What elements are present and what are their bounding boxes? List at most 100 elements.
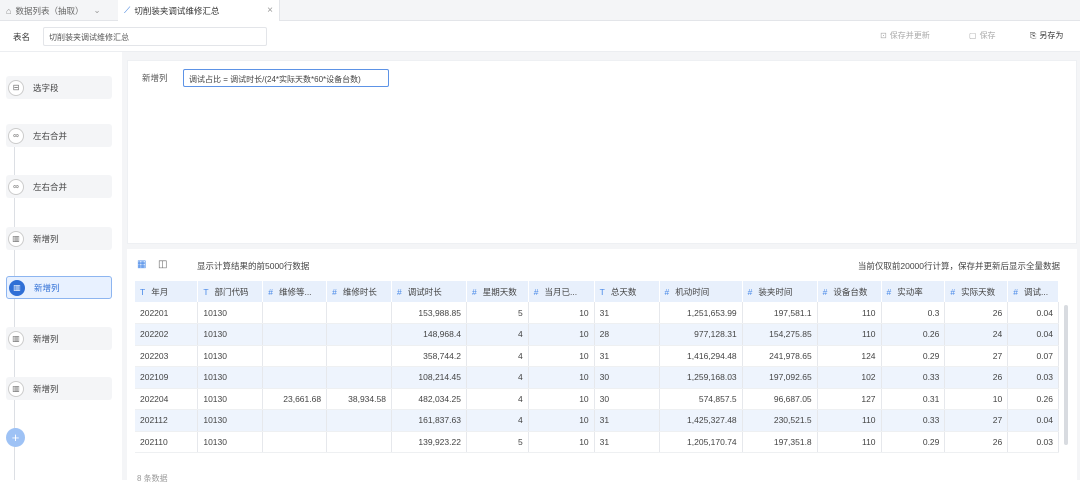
save-update-button[interactable]: ⊡ 保存并更新 bbox=[880, 30, 930, 41]
table-cell: 0.03 bbox=[1007, 431, 1059, 453]
column-name: 部门代码 bbox=[214, 286, 249, 297]
table-row[interactable]: 202109 10130 108,214.45 4 10 30 1,259,168.03 19… bbox=[135, 366, 1059, 389]
table-row[interactable]: 202204 10130 23,661.68 38,934.58 482,034.25 4… bbox=[135, 388, 1059, 410]
step-label: 新增列 bbox=[34, 282, 60, 293]
number-type-icon: # bbox=[1013, 286, 1018, 297]
column-header[interactable]: T 总天数 bbox=[594, 281, 660, 302]
plus-icon: + bbox=[11, 430, 20, 445]
number-type-icon: # bbox=[471, 286, 477, 297]
table-cell: 4 bbox=[466, 323, 529, 346]
tab-data-list[interactable]: ⌂ 数据列表（抽取） ⌄ bbox=[0, 0, 118, 21]
table-cell bbox=[326, 366, 392, 389]
vertical-scrollbar[interactable] bbox=[1064, 305, 1068, 445]
step-select-field[interactable]: ⊟ 选字段 bbox=[6, 76, 112, 99]
table-cell: 0.29 bbox=[881, 345, 946, 367]
number-type-icon: # bbox=[747, 286, 753, 297]
table-cell: 202204 bbox=[135, 388, 199, 410]
merge-icon: ∞ bbox=[8, 178, 24, 195]
table-cell: 5 bbox=[466, 431, 529, 453]
table-cell: 241,978.65 bbox=[742, 345, 818, 367]
column-header[interactable]: # 机动时间 bbox=[659, 281, 743, 302]
column-header[interactable]: # 星期天数 bbox=[466, 281, 529, 302]
table-cell bbox=[326, 431, 392, 453]
column-header[interactable]: # 调试... bbox=[1007, 281, 1059, 302]
table-cell: 10130 bbox=[197, 409, 264, 432]
table-cell: 27 bbox=[944, 345, 1009, 367]
table-row[interactable]: 202202 10130 148,968.4 4 10 28 977,128.31 154,2… bbox=[135, 323, 1059, 346]
step-merge-1[interactable]: ∞ 左右合并 bbox=[6, 124, 112, 147]
table-row[interactable]: 202110 10130 139,923.22 5 10 31 1,205,170.74 19… bbox=[135, 431, 1059, 453]
save-button[interactable]: ▢ 保存 bbox=[969, 30, 996, 41]
tab-current-dataset[interactable]: ⟋ 切削装夹调试维修汇总 × bbox=[118, 0, 280, 21]
table-cell: 4 bbox=[466, 345, 529, 367]
table-cell: 202109 bbox=[135, 366, 199, 389]
column-header[interactable]: # 调试时长 bbox=[391, 281, 467, 302]
step-add-column-3[interactable]: ▥ 新增列 bbox=[6, 327, 112, 350]
column-header[interactable]: # 维修时长 bbox=[326, 281, 392, 302]
table-cell: 230,521.5 bbox=[742, 409, 818, 432]
step-add-column-4[interactable]: ▥ 新增列 bbox=[6, 377, 112, 400]
save-update-icon: ⊡ bbox=[880, 31, 887, 40]
table-cell: 30 bbox=[594, 366, 660, 389]
column-header[interactable]: # 设备台数 bbox=[817, 281, 882, 302]
table-cell: 10 bbox=[528, 431, 595, 453]
chevron-down-icon[interactable]: ⌄ bbox=[93, 5, 100, 16]
column-header[interactable]: # 装夹时间 bbox=[742, 281, 818, 302]
table-name-bar: 表名 切削装夹调试维修汇总 ⊡ 保存并更新 ▢ 保存 ⎘ 另存为 bbox=[0, 21, 1080, 52]
table-cell bbox=[262, 302, 328, 324]
text-type-icon: T bbox=[599, 286, 605, 297]
column-name: 实际天数 bbox=[961, 286, 996, 297]
column-name: 实动率 bbox=[897, 286, 923, 297]
table-cell: 202203 bbox=[135, 345, 199, 367]
table-cell: 358,744.2 bbox=[391, 345, 467, 367]
step-label: 左右合并 bbox=[33, 130, 68, 141]
result-header: ▦ ◫ 显示计算结果的前5000行数据 当前仅取前20000行计算，保存并更新后… bbox=[127, 249, 1077, 279]
table-cell: 24 bbox=[944, 323, 1009, 346]
save-icon: ▢ bbox=[969, 31, 977, 40]
table-cell: 26 bbox=[944, 366, 1009, 389]
table-cell bbox=[262, 345, 328, 367]
result-panel: ▦ ◫ 显示计算结果的前5000行数据 当前仅取前20000行计算，保存并更新后… bbox=[127, 249, 1077, 480]
table-row[interactable]: 202201 10130 153,988.85 5 10 31 1,251,653.99 19… bbox=[135, 302, 1059, 324]
close-icon[interactable]: × bbox=[267, 5, 273, 16]
column-header[interactable]: # 维修等... bbox=[262, 281, 328, 302]
number-type-icon: # bbox=[886, 286, 892, 297]
number-type-icon: # bbox=[950, 286, 956, 297]
column-header[interactable]: # 实动率 bbox=[881, 281, 946, 302]
table-cell: 0.33 bbox=[881, 409, 946, 432]
table-cell: 0.04 bbox=[1007, 409, 1059, 432]
table-row[interactable]: 202203 10130 358,744.2 4 10 31 1,416,294.48 241… bbox=[135, 345, 1059, 367]
add-step-button[interactable]: + bbox=[6, 428, 25, 447]
column-header[interactable]: T 年月 bbox=[135, 281, 199, 302]
table-cell: 124 bbox=[817, 345, 882, 367]
step-panel: ⊟ 选字段 ∞ 左右合并 ∞ 左右合并 ▥ 新增列 ▥ 新增列 ▥ 新增列 ▥ … bbox=[0, 52, 122, 480]
step-merge-2[interactable]: ∞ 左右合并 bbox=[6, 175, 112, 198]
save-as-button[interactable]: ⎘ 另存为 bbox=[1030, 30, 1063, 41]
step-add-column-1[interactable]: ▥ 新增列 bbox=[6, 227, 112, 250]
column-name: 调试... bbox=[1023, 286, 1049, 297]
table-cell: 202110 bbox=[135, 431, 199, 453]
table-cell: 0.07 bbox=[1007, 345, 1059, 367]
formula-editor-panel: 新增列 调试占比 = 调试时长/(24*实际天数*60*设备台数) bbox=[127, 60, 1077, 244]
table-cell: 96,687.05 bbox=[742, 388, 818, 410]
tab-label: 数据列表（抽取） bbox=[15, 5, 84, 16]
table-name-input[interactable]: 切削装夹调试维修汇总 bbox=[43, 27, 267, 46]
home-icon: ⌂ bbox=[6, 5, 12, 16]
formula-input[interactable]: 调试占比 = 调试时长/(24*实际天数*60*设备台数) bbox=[183, 69, 389, 87]
table-cell: 110 bbox=[817, 302, 882, 324]
table-cell: 1,416,294.48 bbox=[659, 345, 743, 367]
column-header[interactable]: # 当月已... bbox=[528, 281, 595, 302]
table-cell: 108,214.45 bbox=[391, 366, 467, 389]
table-cell: 0.26 bbox=[881, 323, 946, 346]
column-name: 总天数 bbox=[610, 286, 637, 297]
column-header[interactable]: # 实际天数 bbox=[944, 281, 1009, 302]
table-row[interactable]: 202112 10130 161,837.63 4 10 31 1,425,327.48 23… bbox=[135, 409, 1059, 432]
column-header[interactable]: T 部门代码 bbox=[197, 281, 264, 302]
table-cell bbox=[262, 323, 328, 346]
table-cell: 26 bbox=[944, 302, 1009, 324]
text-type-icon: T bbox=[203, 286, 209, 297]
table-cell: 110 bbox=[817, 431, 882, 453]
step-add-column-2[interactable]: ▥ 新增列 bbox=[6, 276, 112, 299]
grid-view-icon[interactable]: ▦ bbox=[137, 259, 146, 270]
detail-view-icon[interactable]: ◫ bbox=[158, 259, 167, 270]
